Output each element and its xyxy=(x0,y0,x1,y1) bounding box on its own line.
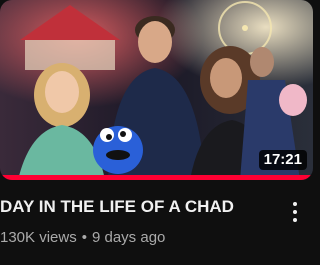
watch-progress-bar xyxy=(0,175,313,180)
video-thumbnail[interactable]: 17:21 xyxy=(0,0,313,180)
vertical-ellipsis-icon xyxy=(293,202,297,206)
watch-progress-fill xyxy=(0,175,313,180)
upload-age: 9 days ago xyxy=(91,229,166,246)
duration-badge: 17:21 xyxy=(258,150,307,170)
more-actions-button[interactable] xyxy=(283,196,307,228)
video-title[interactable]: DAY IN THE LIFE OF A CHAD xyxy=(0,196,280,218)
meta-separator: • xyxy=(81,229,87,246)
video-metadata: 130K views • 9 days ago xyxy=(0,228,165,248)
video-card[interactable]: 17:21 DAY IN THE LIFE OF A CHAD 130K vie… xyxy=(0,0,313,265)
view-count: 130K views xyxy=(0,229,77,246)
